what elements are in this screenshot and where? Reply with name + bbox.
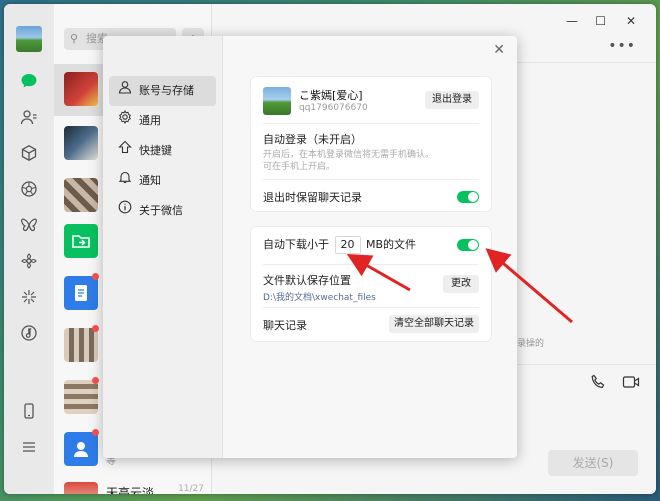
auto-login-desc-2: 可在手机上开启。 <box>263 162 336 172</box>
butterfly-icon[interactable] <box>18 214 40 236</box>
settings-nav-notifications[interactable]: 通知 <box>109 166 216 196</box>
gear-icon <box>117 106 133 136</box>
auto-login-title: 自动登录（未开启） <box>263 133 362 146</box>
history-label: 聊天记录 <box>263 319 307 332</box>
avatar <box>64 224 98 258</box>
avatar <box>64 126 98 160</box>
avatar <box>263 87 291 115</box>
keep-history-row: 退出时保留聊天记录 <box>263 189 479 205</box>
account-card: こ紫嫣[爱心] qq1796076670 退出登录 自动登录（未开启） 开启后，… <box>250 76 492 212</box>
unread-dot <box>92 273 99 280</box>
divider <box>263 179 479 180</box>
storage-card: 自动下载小于 20 MB的文件 文件默认保存位置 D:\我的文档\xwechat… <box>250 226 492 342</box>
user-icon <box>117 76 133 106</box>
settings-content: ✕ こ紫嫣[爱心] qq1796076670 退出登录 自动登录（未开启） 开启… <box>224 36 517 458</box>
settings-nav-about[interactable]: 关于微信 <box>109 196 216 226</box>
logout-button[interactable]: 退出登录 <box>425 91 479 109</box>
settings-nav-general[interactable]: 通用 <box>109 106 216 136</box>
call-icons <box>590 374 640 394</box>
voice-call-icon[interactable] <box>590 374 606 394</box>
menu-icon[interactable] <box>18 436 40 458</box>
info-icon <box>117 196 133 226</box>
auto-download-size-input[interactable]: 20 <box>334 236 361 254</box>
bell-icon <box>117 166 133 196</box>
contacts-icon[interactable] <box>18 106 40 128</box>
flower-icon[interactable] <box>18 250 40 272</box>
unread-dot <box>92 429 99 436</box>
document-icon <box>75 285 87 301</box>
maximize-icon[interactable]: ☐ <box>595 14 606 28</box>
unread-dot <box>92 325 99 332</box>
video-call-icon[interactable] <box>622 374 640 394</box>
avatar <box>64 380 98 414</box>
nav-bottom <box>4 400 54 472</box>
phone-device-icon[interactable] <box>18 400 40 422</box>
nav-bar <box>4 4 54 494</box>
service-user-icon <box>74 442 88 457</box>
music-icon[interactable] <box>18 322 40 344</box>
profile-name: こ紫嫣[爱心] <box>299 89 363 102</box>
settings-nav-shortcuts[interactable]: 快捷键 <box>109 136 216 166</box>
auto-login-row: 自动登录（未开启） 开启后，在本机登录微信将无需手机确认。 可在手机上开启。 <box>263 131 479 173</box>
avatar[interactable] <box>16 26 42 52</box>
divider <box>263 123 479 124</box>
folder-icon <box>72 235 90 248</box>
divider <box>263 307 479 308</box>
auto-download-toggle[interactable] <box>457 239 479 251</box>
avatar <box>64 178 98 212</box>
minimize-icon[interactable]: — <box>566 14 578 28</box>
settings-dialog: 账号与存储 通用 快捷键 通知 关于微信 ✕ こ紫嫣[爱心] qq1796076… <box>103 36 517 458</box>
avatar <box>64 432 98 466</box>
send-button[interactable]: 发送(S) <box>548 450 638 476</box>
search-icon: ⚲ <box>70 32 79 45</box>
aperture-icon[interactable] <box>18 178 40 200</box>
avatar <box>64 328 98 362</box>
divider <box>263 264 479 265</box>
avatar <box>64 276 98 310</box>
avatar <box>64 482 98 494</box>
profile-id: qq1796076670 <box>299 103 368 113</box>
list-item[interactable]: 天高云淡 11/27 <box>54 474 212 494</box>
change-button[interactable]: 更改 <box>443 275 479 293</box>
keep-history-toggle[interactable] <box>457 191 479 203</box>
avatar <box>64 72 98 106</box>
chat-icon[interactable] <box>18 70 40 92</box>
close-icon[interactable]: ✕ <box>626 14 636 28</box>
shortcut-icon <box>117 136 133 166</box>
auto-download-row: 自动下载小于 20 MB的文件 <box>263 236 479 254</box>
box-icon[interactable] <box>18 142 40 164</box>
more-icon[interactable]: ••• <box>608 38 636 54</box>
settings-nav: 账号与存储 通用 快捷键 通知 关于微信 <box>103 36 223 458</box>
keep-history-label: 退出时保留聊天记录 <box>263 191 362 204</box>
auto-login-desc: 开启后，在本机登录微信将无需手机确认。 <box>263 150 435 160</box>
clear-history-button[interactable]: 清空全部聊天记录 <box>389 315 479 333</box>
faint-text: 录操的 <box>516 339 544 349</box>
sparkle-icon[interactable] <box>18 286 40 308</box>
settings-nav-account[interactable]: 账号与存储 <box>109 76 216 106</box>
unread-dot <box>92 377 99 384</box>
close-icon[interactable]: ✕ <box>493 42 505 58</box>
